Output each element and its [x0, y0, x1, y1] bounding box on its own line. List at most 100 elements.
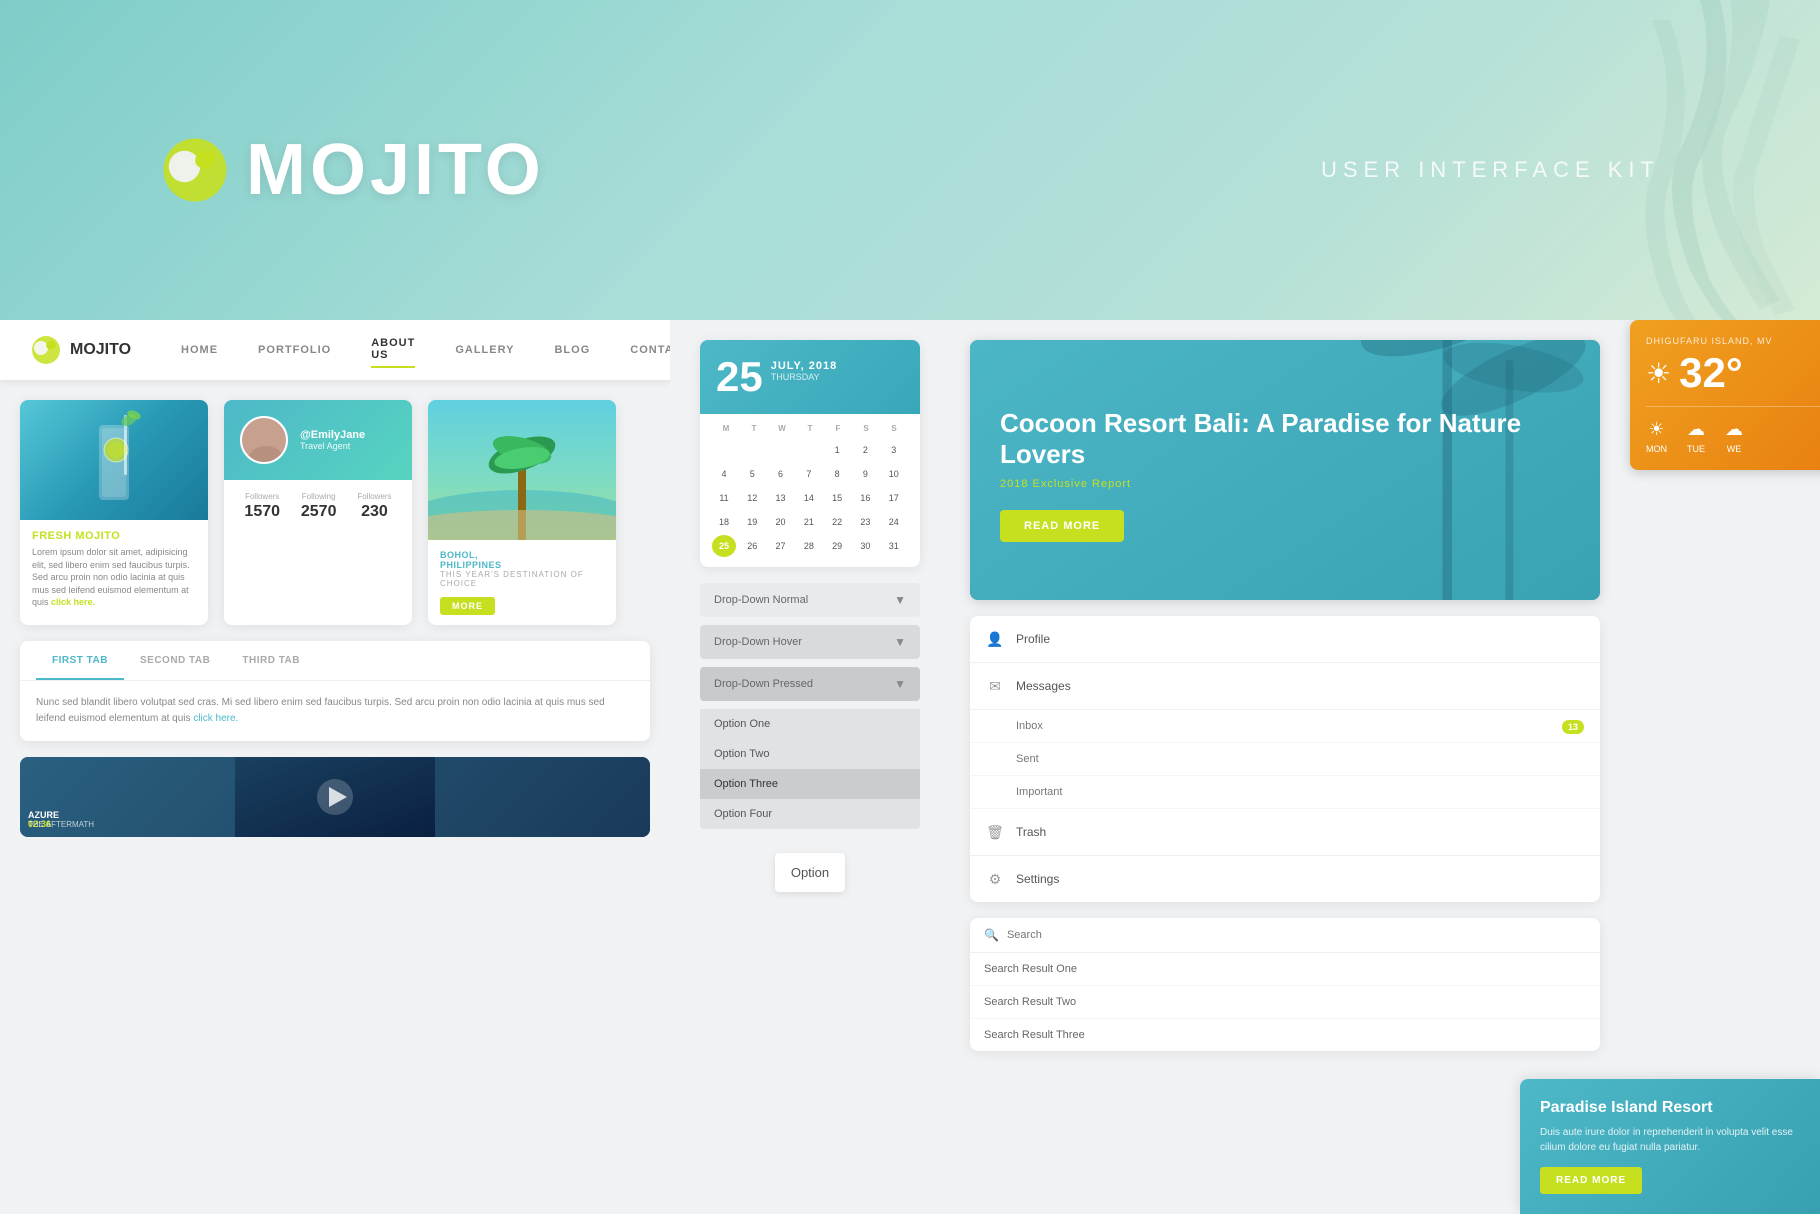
cal-day-4[interactable]: 4 [712, 463, 736, 485]
cal-day-12[interactable]: 12 [740, 487, 764, 509]
travel-card-image [428, 400, 616, 540]
nav-logo: MOJITO [30, 334, 131, 366]
ui-kit-label: USER INTERFACE KIT [1321, 157, 1660, 183]
stat-label-followers2: Followers [357, 492, 391, 501]
stat-value-followers: 1570 [244, 503, 280, 521]
nav-profile[interactable]: 👤 Profile [970, 616, 1600, 663]
cal-empty [769, 439, 793, 461]
nav-item-contact[interactable]: CONTACT [630, 339, 670, 361]
cal-day-18[interactable]: 18 [712, 511, 736, 533]
cal-day-2[interactable]: 2 [853, 439, 877, 461]
stat-label-followers: Followers [244, 492, 280, 501]
weather-day-tue: ☁ TUE [1687, 419, 1705, 454]
calendar-cells: 1234567891011121314151617181920212223242… [712, 439, 908, 557]
nav-important[interactable]: Important [970, 776, 1600, 809]
nav-item-portfolio[interactable]: PORTFOLIO [258, 339, 331, 361]
cal-day-8[interactable]: 8 [825, 463, 849, 485]
tab-second[interactable]: SECOND TAB [124, 641, 226, 680]
cal-day-9[interactable]: 9 [853, 463, 877, 485]
blog-card-subtitle: 2018 Exclusive Report [1000, 478, 1570, 490]
cal-day-13[interactable]: 13 [769, 487, 793, 509]
video-card[interactable]: AZURE THE AFTERMATH 02:36 [20, 757, 650, 837]
right-panel: DHIGUFARU ISLAND, MV ☀ 32° ☀ MON ☁ TUE ☁… [950, 320, 1820, 1214]
search-result-two[interactable]: Search Result Two [970, 986, 1600, 1019]
weather-widget: DHIGUFARU ISLAND, MV ☀ 32° ☀ MON ☁ TUE ☁… [1630, 320, 1820, 470]
cal-day-1[interactable]: 1 [825, 439, 849, 461]
promo-card-title: Paradise Island Resort [1540, 1099, 1800, 1117]
dropdown-option-four[interactable]: Option Four [700, 799, 920, 829]
cal-day-3[interactable]: 3 [882, 439, 906, 461]
search-result-one[interactable]: Search Result One [970, 953, 1600, 986]
cal-empty [797, 439, 821, 461]
calendar-info: JULY, 2018 THURSDAY [771, 356, 837, 382]
cal-day-31[interactable]: 31 [882, 535, 906, 557]
profile-header: @EmilyJane Travel Agent [224, 400, 412, 480]
cal-day-17[interactable]: 17 [882, 487, 906, 509]
dropdown-pressed-label: Drop-Down Pressed [714, 678, 813, 690]
search-result-three[interactable]: Search Result Three [970, 1019, 1600, 1051]
calendar-weekday: THURSDAY [771, 372, 837, 382]
video-info: AZURE THE AFTERMATH [28, 810, 94, 829]
cal-day-10[interactable]: 10 [882, 463, 906, 485]
cal-day-15[interactable]: 15 [825, 487, 849, 509]
nav-trash-label: Trash [1016, 825, 1584, 839]
blog-card-content: Cocoon Resort Bali: A Paradise for Natur… [970, 340, 1600, 600]
nav-messages[interactable]: ✉ Messages [970, 663, 1600, 710]
nav-inbox-label: Inbox [1016, 720, 1043, 732]
cal-day-30[interactable]: 30 [853, 535, 877, 557]
cal-day-24[interactable]: 24 [882, 511, 906, 533]
weather-location: DHIGUFARU ISLAND, MV [1646, 336, 1820, 346]
cal-day-28[interactable]: 28 [797, 535, 821, 557]
cal-day-6[interactable]: 6 [769, 463, 793, 485]
nav-item-about[interactable]: ABOUT US [371, 332, 415, 368]
cal-day-21[interactable]: 21 [797, 511, 821, 533]
cal-day-7[interactable]: 7 [797, 463, 821, 485]
cal-day-22[interactable]: 22 [825, 511, 849, 533]
cal-day-20[interactable]: 20 [769, 511, 793, 533]
promo-card: Paradise Island Resort Duis aute irure d… [1520, 1079, 1820, 1214]
cal-day-25[interactable]: 25 [712, 535, 736, 557]
nav-messages-label: Messages [1016, 679, 1584, 693]
dropdown-normal[interactable]: Drop-Down Normal ▼ [700, 583, 920, 617]
search-input-row[interactable]: 🔍 [970, 918, 1600, 953]
nav-trash[interactable]: 🗑 Trash [970, 809, 1600, 856]
more-button[interactable]: MORE [440, 597, 495, 615]
dropdown-pressed[interactable]: Drop-Down Pressed ▼ [700, 667, 920, 701]
cal-day-16[interactable]: 16 [853, 487, 877, 509]
cal-day-23[interactable]: 23 [853, 511, 877, 533]
trash-icon: 🗑 [986, 823, 1004, 841]
dropdown-option-one[interactable]: Option One [700, 709, 920, 739]
dropdown-menu: Option One Option Two Option Three Optio… [700, 709, 920, 829]
nav-brand-text: MOJITO [70, 341, 131, 359]
cal-day-14[interactable]: 14 [797, 487, 821, 509]
cal-day-27[interactable]: 27 [769, 535, 793, 557]
nav-item-gallery[interactable]: GALLERY [455, 339, 514, 361]
article-card-link[interactable]: click here. [51, 597, 95, 607]
tabs-header: FIRST TAB SECOND TAB THIRD TAB [20, 641, 650, 681]
nav-settings[interactable]: ⚙ Settings [970, 856, 1600, 902]
nav-item-blog[interactable]: BLOG [554, 339, 590, 361]
dropdown-option-two[interactable]: Option Two [700, 739, 920, 769]
cal-day-19[interactable]: 19 [740, 511, 764, 533]
dropdown-hover[interactable]: Drop-Down Hover ▼ [700, 625, 920, 659]
read-more-button[interactable]: READ MORE [1000, 510, 1124, 542]
video-title: AZURE [28, 810, 94, 820]
travel-location: BOHOL,PHILIPPINES [440, 550, 604, 570]
cal-day-29[interactable]: 29 [825, 535, 849, 557]
mojito-illustration [74, 405, 154, 515]
cal-day-11[interactable]: 11 [712, 487, 736, 509]
nav-inbox[interactable]: Inbox 13 [970, 710, 1600, 743]
tab-first[interactable]: FIRST TAB [36, 641, 124, 680]
center-panel: 25 JULY, 2018 THURSDAY M T W T F S S [670, 320, 950, 1214]
nav-sent[interactable]: Sent [970, 743, 1600, 776]
nav-item-home[interactable]: HOME [181, 339, 218, 361]
dropdown-option-three[interactable]: Option Three [700, 769, 920, 799]
cal-day-5[interactable]: 5 [740, 463, 764, 485]
search-icon: 🔍 [984, 928, 999, 942]
blog-card: Cocoon Resort Bali: A Paradise for Natur… [970, 340, 1600, 600]
promo-read-more-button[interactable]: READ MORE [1540, 1167, 1642, 1194]
tabs-link[interactable]: click here. [193, 713, 238, 724]
tab-third[interactable]: THIRD TAB [226, 641, 316, 680]
search-input[interactable] [1007, 929, 1586, 941]
cal-day-26[interactable]: 26 [740, 535, 764, 557]
